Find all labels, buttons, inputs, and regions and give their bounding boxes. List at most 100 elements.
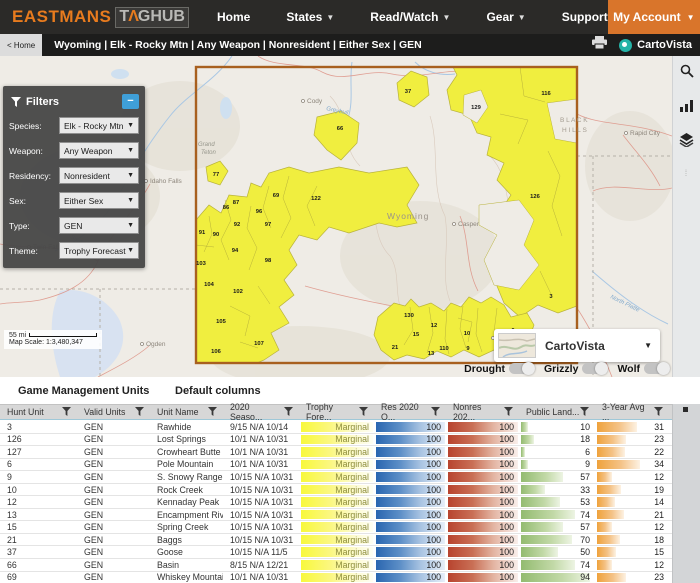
map-area[interactable]: Wyoming B L A C K H I L L S Grand Teton … [0, 56, 700, 377]
eastmans-taghub-logo[interactable]: EASTMANS T Λ G HUB [12, 6, 189, 28]
column-filter-icon[interactable] [208, 406, 217, 418]
cell-hunt-unit: 126 [7, 434, 22, 445]
table-row[interactable]: 69 GEN Whiskey Mountain 10/1 N/A 10/31 M… [0, 571, 672, 583]
column-filter-icon[interactable] [431, 406, 440, 418]
chevron-down-icon: ▼ [127, 147, 134, 154]
table-row[interactable]: 21 GEN Baggs 10/15 N/A 10/31 Marginal 10… [0, 533, 672, 547]
column-filter-icon[interactable] [359, 406, 368, 418]
cell-nonres-odds: 100 [446, 533, 519, 546]
my-account-button[interactable]: My Account ▼ [607, 0, 700, 34]
unit-label-129[interactable]: 129 [471, 105, 481, 111]
print-icon[interactable] [592, 36, 608, 54]
column-header-3-year-avg-[interactable]: 3-Year Avg ... [595, 402, 669, 422]
column-filter-icon[interactable] [284, 406, 293, 418]
column-filter-icon[interactable] [62, 406, 71, 418]
filter-dropdown-type-[interactable]: GEN ▼ [59, 217, 139, 234]
column-filter-icon[interactable] [654, 406, 663, 418]
column-header-2020-seaso-[interactable]: 2020 Seaso... [223, 402, 299, 422]
unit-label-102[interactable]: 102 [233, 289, 243, 295]
unit-label-116[interactable]: 116 [541, 91, 551, 97]
nav-item-gear[interactable]: Gear ▼ [486, 10, 525, 24]
layers-icon[interactable] [679, 133, 694, 152]
column-header-public-land-[interactable]: Public Land... [519, 405, 595, 419]
nav-item-home[interactable]: Home [217, 10, 250, 24]
more-icon[interactable]: ⁞ [685, 168, 689, 178]
nav-item-read-watch[interactable]: Read/Watch ▼ [370, 10, 450, 24]
table-row[interactable]: 9 GEN S. Snowy Range 10/15 N/A 10/31 Mar… [0, 471, 672, 484]
unit-label-69[interactable]: 69 [273, 193, 280, 199]
toggle-grizzly[interactable] [582, 362, 609, 375]
unit-label-97[interactable]: 97 [265, 222, 271, 228]
table-row[interactable]: 6 GEN Pole Mountain 10/1 N/A 10/31 Margi… [0, 458, 672, 472]
unit-label-21[interactable]: 21 [392, 345, 399, 351]
unit-label-96[interactable]: 96 [256, 209, 263, 215]
unit-label-37[interactable]: 37 [405, 89, 411, 95]
column-header-res-2020-o-[interactable]: Res 2020 O... [374, 402, 446, 422]
unit-label-126[interactable]: 126 [530, 194, 540, 200]
search-icon[interactable] [680, 64, 694, 83]
basemap-selector[interactable]: CartoVista ▼ [494, 329, 660, 362]
table-row[interactable]: 37 GEN Goose 10/15 N/A 11/5 Marginal 100… [0, 546, 672, 560]
table-row[interactable]: 13 GEN Encampment River 10/15 N/A 10/31 … [0, 508, 672, 522]
unit-label-90[interactable]: 90 [213, 232, 219, 238]
default-columns-button[interactable]: Default columns [175, 385, 261, 397]
back-home-tab[interactable]: < Home [0, 34, 43, 56]
unit-label-98[interactable]: 98 [265, 258, 272, 264]
table-row[interactable]: 15 GEN Spring Creek 10/15 N/A 10/31 Marg… [0, 521, 672, 534]
filter-dropdown-species-[interactable]: Elk - Rocky Mtn ▼ [59, 117, 139, 134]
table-row[interactable]: 127 GEN Crowheart Butte 10/1 N/A 10/31 M… [0, 446, 672, 459]
unit-label-107[interactable]: 107 [254, 341, 264, 347]
cell-3yr-avg: 15 [595, 546, 669, 559]
unit-label-15[interactable]: 15 [413, 332, 420, 338]
table-row[interactable]: 3 GEN Rawhide 9/15 N/A 10/14 Marginal 10… [0, 421, 672, 434]
nav-item-support[interactable]: Support [562, 10, 608, 24]
column-header-hunt-unit[interactable]: Hunt Unit [0, 405, 77, 419]
unit-label-12[interactable]: 12 [431, 323, 437, 329]
column-header-unit-name[interactable]: Unit Name [150, 405, 223, 419]
table-scrollbar-gutter[interactable] [672, 404, 700, 583]
filter-dropdown-weapon-[interactable]: Any Weapon ▼ [59, 142, 139, 159]
cartovista-brand[interactable]: CartoVista [619, 38, 692, 52]
unit-label-104[interactable]: 104 [204, 282, 214, 288]
cell-season: 10/1 N/A 10/31 [230, 446, 289, 457]
unit-label-77[interactable]: 77 [213, 172, 219, 178]
toggle-drought[interactable] [509, 362, 535, 375]
unit-label-103[interactable]: 103 [196, 261, 206, 267]
unit-label-13[interactable]: 13 [428, 351, 435, 357]
column-header-trophy-fore-[interactable]: Trophy Fore... [299, 402, 374, 422]
column-header-nonres-202-[interactable]: Nonres 202... [446, 402, 519, 422]
unit-label-86[interactable]: 86 [223, 205, 230, 211]
cell-nonres-odds: 100 [446, 458, 519, 471]
column-filter-icon[interactable] [504, 406, 513, 418]
table-row[interactable]: 126 GEN Lost Springs 10/1 N/A 10/31 Marg… [0, 433, 672, 447]
filter-dropdown-residency-[interactable]: Nonresident ▼ [59, 167, 139, 184]
unit-label-106[interactable]: 106 [211, 349, 221, 355]
unit-label-92[interactable]: 92 [234, 222, 240, 228]
unit-label-66[interactable]: 66 [337, 126, 344, 132]
unit-label-87[interactable]: 87 [233, 200, 239, 206]
minimize-filters-button[interactable]: − [122, 94, 139, 109]
unit-label-94[interactable]: 94 [232, 248, 239, 254]
cell-trophy-forecast: Marginal [299, 458, 374, 471]
nav-item-states[interactable]: States ▼ [286, 10, 334, 24]
unit-label-110[interactable]: 110 [439, 346, 448, 352]
unit-label-10[interactable]: 10 [464, 331, 470, 337]
table-row[interactable]: 10 GEN Rock Creek 10/15 N/A 10/31 Margin… [0, 483, 672, 497]
column-header-valid-units[interactable]: Valid Units [77, 405, 150, 419]
cell-res-odds: 100 [374, 433, 446, 446]
unit-label-105[interactable]: 105 [216, 319, 226, 325]
filter-dropdown-sex-[interactable]: Either Sex ▼ [59, 192, 139, 209]
unit-label-122[interactable]: 122 [311, 196, 321, 202]
column-filter-icon[interactable] [135, 406, 144, 418]
table-row[interactable]: 12 GEN Kennaday Peak 10/15 N/A 10/31 Mar… [0, 496, 672, 509]
cell-hunt-unit: 12 [7, 497, 17, 508]
unit-label-130[interactable]: 130 [404, 313, 414, 319]
cell-valid-units: GEN [84, 522, 104, 533]
chart-icon[interactable] [679, 99, 694, 117]
toggle-wolf[interactable] [644, 362, 670, 375]
cell-unit-name: S. Snowy Range [157, 471, 223, 482]
table-row[interactable]: 66 GEN Basin 8/15 N/A 12/21 Marginal 100… [0, 559, 672, 572]
unit-label-91[interactable]: 91 [199, 230, 206, 236]
filter-dropdown-theme-[interactable]: Trophy Forecast ▼ [59, 242, 139, 259]
column-filter-icon[interactable] [580, 406, 589, 418]
